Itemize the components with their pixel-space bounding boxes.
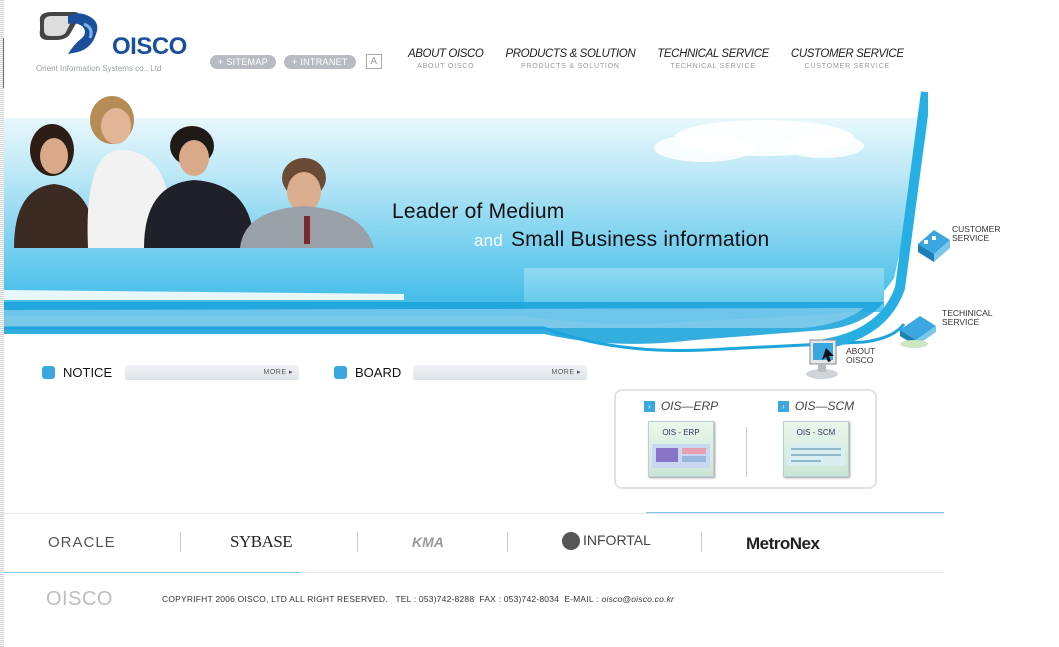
- left-edge-marker: [0, 38, 4, 88]
- partners-strip: ORACLE SYBASE KMA INFORTAL MetroNex: [4, 528, 944, 562]
- hero-and-word: and: [474, 231, 503, 250]
- partner-infortal-name: INFORTAL: [583, 532, 651, 548]
- quick-link-customer-service[interactable]: CUSTOMER SERVICE: [914, 222, 1001, 264]
- customer-service-building-icon: [918, 230, 950, 262]
- partner-metronex-logo[interactable]: MetroNex: [746, 534, 820, 554]
- nav-label: TECHNICAL SERVICE: [657, 48, 769, 60]
- about-oisco-label: ABOUT OISCO: [846, 347, 875, 365]
- notice-title[interactable]: NOTICE: [63, 365, 125, 380]
- nav-products-solution[interactable]: PRODUCTS & SOLUTION PRODUCTS & SOLUTION: [505, 48, 635, 70]
- customer-service-label: CUSTOMER SERVICE: [952, 225, 1001, 243]
- nav-sublabel: TECHNICAL SERVICE: [670, 63, 756, 70]
- arrow-right-icon: ›: [643, 400, 655, 412]
- partner-sybase-logo[interactable]: SYBASE: [230, 532, 293, 552]
- scm-screenshot-icon: [787, 444, 845, 466]
- board-title[interactable]: BOARD: [355, 365, 413, 380]
- partner-infortal-logo[interactable]: INFORTAL: [562, 532, 651, 551]
- nav-label: CUSTOMER SERVICE: [790, 48, 904, 60]
- product-heading: › OIS—SCM: [761, 399, 871, 413]
- technical-service-computer-icon: [900, 316, 936, 348]
- products-divider: [746, 427, 747, 477]
- hero-headline-line2: and Small Business information: [474, 228, 769, 252]
- footer-tel: TEL : 053)742-8288: [395, 594, 475, 604]
- nav-customer-service[interactable]: CUSTOMER SERVICE CUSTOMER SERVICE: [791, 48, 904, 70]
- partner-oracle-logo[interactable]: ORACLE: [48, 534, 116, 551]
- thumbnail-label: OIS - ERP: [662, 428, 700, 437]
- thumbnail-label: OIS - SCM: [796, 428, 836, 437]
- partner-separator: [357, 532, 358, 552]
- board-more-link[interactable]: MORE ▸: [552, 368, 581, 376]
- nav-sublabel: ABOUT OISCO: [417, 63, 475, 70]
- site-logo[interactable]: OISCO Orient Information Systems co., Lt…: [34, 8, 194, 74]
- partner-separator: [180, 532, 181, 552]
- intranet-button[interactable]: + INTRANET: [283, 54, 356, 69]
- arrow-right-icon: ›: [777, 400, 789, 412]
- product-ois-scm[interactable]: › OIS—SCM OIS - SCM: [761, 399, 871, 477]
- product-title: OIS—SCM: [794, 399, 855, 413]
- font-size-button[interactable]: A: [365, 54, 382, 69]
- copyright-text: COPYRIFHT 2006 OISCO, LTD ALL RIGHT RESE…: [162, 594, 388, 604]
- notice-bullet-icon: [42, 365, 55, 379]
- nav-sublabel: CUSTOMER SERVICE: [804, 63, 890, 70]
- quick-label-line2: OISCO: [846, 355, 874, 365]
- about-oisco-monitor-icon: [806, 339, 838, 379]
- footer-fax: FAX : 053)742-8034: [479, 594, 560, 604]
- partners-bottom-accent: [4, 572, 300, 573]
- brand-name: OISCO: [112, 33, 187, 60]
- quick-label-line2: SERVICE: [952, 233, 990, 243]
- erp-screenshot-icon: [652, 444, 710, 468]
- hero-banner: Leader of Medium and Small Business infor…: [4, 88, 928, 368]
- infortal-globe-icon: [562, 532, 580, 551]
- product-title: OIS—ERP: [660, 399, 719, 413]
- global-nav: ABOUT OISCO ABOUT OISCO PRODUCTS & SOLUT…: [408, 48, 926, 70]
- product-heading: › OIS—ERP: [626, 399, 736, 413]
- brand-subtitle: Orient Information Systems co., Ltd: [36, 64, 162, 73]
- board-header: BOARD MORE ▸: [334, 363, 587, 381]
- products-box: › OIS—ERP OIS - ERP › OIS—SCM OIS - SCM: [614, 389, 877, 489]
- notice-more-link[interactable]: MORE ▸: [264, 368, 293, 376]
- quick-link-technical-service[interactable]: TECHINICAL SERVICE: [896, 306, 993, 350]
- partner-kma-logo[interactable]: KMA: [412, 534, 444, 550]
- board-bar: MORE ▸: [413, 364, 587, 380]
- nav-technical-service[interactable]: TECHNICAL SERVICE TECHNICAL SERVICE: [657, 48, 769, 70]
- nav-sublabel: PRODUCTS & SOLUTION: [520, 63, 620, 70]
- partners-top-accent: [646, 512, 944, 513]
- nav-label: PRODUCTS & SOLUTION: [505, 48, 636, 60]
- product-ois-erp[interactable]: › OIS—ERP OIS - ERP: [626, 399, 736, 477]
- hero-headline-line1: Leader of Medium: [392, 200, 565, 223]
- footer-email-label: E-MAIL :: [564, 594, 599, 604]
- erp-thumbnail[interactable]: OIS - ERP: [648, 421, 714, 477]
- notice-board-header: NOTICE MORE ▸: [42, 363, 299, 381]
- oisco-logo-mark-icon: [39, 12, 98, 54]
- nav-label: ABOUT OISCO: [408, 48, 484, 60]
- quick-link-about-oisco[interactable]: ABOUT OISCO: [804, 334, 875, 382]
- notice-bar: MORE ▸: [125, 364, 299, 380]
- quick-label-line2: SERVICE: [942, 317, 980, 327]
- business-people-photo: [14, 96, 374, 248]
- hero-headline-line2-text: Small Business information: [510, 228, 770, 251]
- utility-links: + SITEMAP + INTRANET A: [210, 54, 382, 69]
- technical-service-label: TECHINICAL SERVICE: [942, 309, 993, 327]
- scm-thumbnail[interactable]: OIS - SCM: [783, 421, 849, 477]
- footer-copyright: COPYRIFHT 2006 OISCO, LTD ALL RIGHT RESE…: [162, 594, 674, 604]
- footer-logo: OISCO: [46, 588, 113, 610]
- nav-about-oisco[interactable]: ABOUT OISCO ABOUT OISCO: [408, 48, 484, 70]
- partner-separator: [507, 532, 508, 552]
- partners-top-divider: [4, 513, 944, 514]
- board-bullet-icon: [334, 365, 347, 379]
- footer-email-link[interactable]: oisco@oisco.co.kr: [602, 594, 675, 604]
- partner-separator: [701, 532, 702, 552]
- sitemap-button[interactable]: + SITEMAP: [210, 54, 276, 69]
